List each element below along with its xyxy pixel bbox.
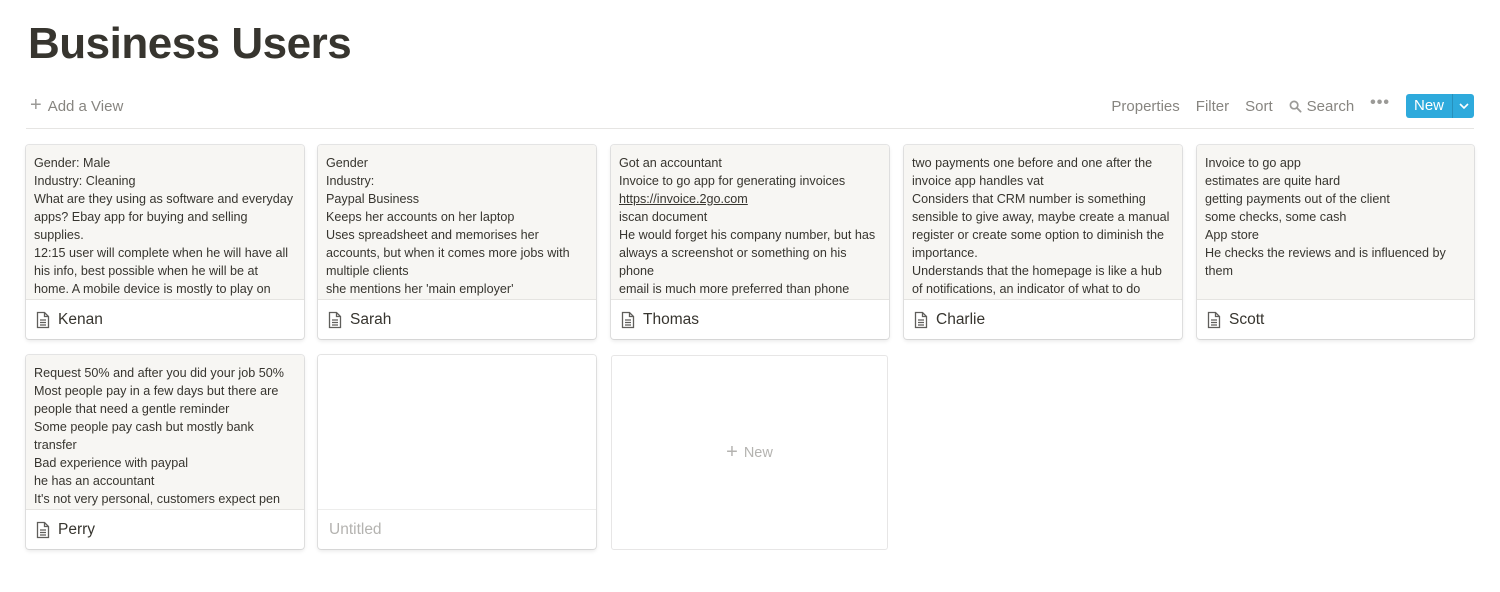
preview-line: Most people pay in a few days but there … bbox=[34, 384, 279, 416]
properties-button[interactable]: Properties bbox=[1111, 98, 1179, 115]
card-title-row: Perry bbox=[26, 510, 304, 549]
preview-line: Gender bbox=[326, 156, 369, 170]
card-preview: Gender: Male Industry: Cleaning What are… bbox=[26, 145, 304, 300]
plus-icon: + bbox=[30, 94, 42, 116]
card-title: Thomas bbox=[643, 310, 699, 328]
preview-line: two payments one before and one after th… bbox=[912, 156, 1153, 188]
preview-line: Industry: Cleaning bbox=[34, 174, 136, 188]
preview-line: Invoice to go app bbox=[1205, 156, 1301, 170]
card-title: Charlie bbox=[936, 310, 986, 328]
gallery-card[interactable]: Invoice to go app estimates are quite ha… bbox=[1197, 145, 1474, 339]
preview-line: Uses spreadsheet and memorises her accou… bbox=[326, 228, 570, 278]
preview-line: Considers that CRM number is something s… bbox=[912, 192, 1170, 260]
more-options-icon[interactable]: ••• bbox=[1370, 94, 1390, 112]
preview-line: iscan document bbox=[619, 210, 708, 224]
add-view-button[interactable]: + Add a View bbox=[26, 94, 124, 116]
card-title-row: Thomas bbox=[611, 300, 889, 339]
page-icon bbox=[914, 311, 928, 328]
card-preview: Invoice to go app estimates are quite ha… bbox=[1197, 145, 1474, 300]
preview-line: Industry: bbox=[326, 174, 375, 188]
card-title: Perry bbox=[58, 520, 96, 538]
card-title-row: Untitled bbox=[318, 510, 596, 549]
card-preview: Got an accountant Invoice to go app for … bbox=[611, 145, 889, 300]
new-button-group: New bbox=[1405, 94, 1474, 118]
card-title: Untitled bbox=[329, 520, 382, 538]
new-button[interactable]: New bbox=[1406, 94, 1452, 118]
gallery-card[interactable]: Gender Industry: Paypal Business Keeps h… bbox=[318, 145, 596, 339]
preview-line: Some people pay cash but mostly bank tra… bbox=[34, 420, 254, 452]
search-label: Search bbox=[1306, 97, 1355, 115]
preview-line: estimates are quite hard bbox=[1205, 174, 1341, 188]
page-icon bbox=[36, 521, 50, 538]
new-card-button[interactable]: + New bbox=[611, 355, 888, 550]
preview-line: email is much more preferred than phone bbox=[619, 282, 850, 296]
preview-line: getting payments out of the client bbox=[1205, 192, 1390, 206]
card-title: Scott bbox=[1229, 310, 1265, 328]
page-icon bbox=[621, 311, 635, 328]
preview-line: Request 50% and after you did your job 5… bbox=[34, 366, 284, 380]
chevron-down-icon[interactable] bbox=[1452, 94, 1474, 118]
preview-line: Keeps her accounts on her laptop bbox=[326, 210, 515, 224]
page-title: Business Users bbox=[28, 19, 352, 68]
preview-line: He checks the reviews and is influenced … bbox=[1205, 246, 1446, 278]
card-preview: two payments one before and one after th… bbox=[904, 145, 1182, 300]
preview-link[interactable]: https://invoice.2go.com bbox=[619, 190, 881, 208]
page-icon bbox=[1207, 311, 1221, 328]
preview-line: He would forget his company number, but … bbox=[619, 228, 876, 278]
add-view-label: Add a View bbox=[47, 97, 124, 115]
preview-line: App store bbox=[1205, 228, 1259, 242]
preview-line: It's not very personal, customers expect… bbox=[34, 492, 281, 506]
gallery-card[interactable]: Request 50% and after you did your job 5… bbox=[26, 355, 304, 549]
card-preview bbox=[318, 355, 596, 510]
card-title-row: Sarah bbox=[318, 300, 596, 339]
card-preview: Gender Industry: Paypal Business Keeps h… bbox=[318, 145, 596, 300]
card-title: Kenan bbox=[58, 310, 103, 328]
gallery-card[interactable]: two payments one before and one after th… bbox=[904, 145, 1182, 339]
preview-line: 12:15 user will complete when he will ha… bbox=[34, 246, 289, 296]
preview-line: Paypal Business bbox=[326, 192, 420, 206]
card-title-row: Scott bbox=[1197, 300, 1474, 339]
toolbar-divider bbox=[26, 128, 1474, 129]
preview-line: Bad experience with paypal bbox=[34, 456, 189, 470]
preview-line: she mentions her 'main employer' bbox=[326, 282, 514, 296]
gallery-card[interactable]: Gender: Male Industry: Cleaning What are… bbox=[26, 145, 304, 339]
plus-icon: + bbox=[726, 440, 738, 463]
preview-line: Got an accountant bbox=[619, 156, 722, 170]
gallery-card-empty[interactable]: Untitled bbox=[318, 355, 596, 549]
card-preview: Request 50% and after you did your job 5… bbox=[26, 355, 304, 510]
card-title-row: Kenan bbox=[26, 300, 304, 339]
page-icon bbox=[36, 311, 50, 328]
sort-button[interactable]: Sort bbox=[1245, 98, 1273, 115]
search-button[interactable]: Search bbox=[1289, 97, 1355, 115]
preview-line: he has an accountant bbox=[34, 474, 155, 488]
view-toolbar: + Add a View Properties Filter Sort Sear… bbox=[26, 92, 1474, 120]
filter-button[interactable]: Filter bbox=[1196, 98, 1229, 115]
search-icon bbox=[1289, 100, 1302, 113]
card-title-row: Charlie bbox=[904, 300, 1182, 339]
new-card-label: New bbox=[743, 444, 773, 461]
preview-line: Understands that the homepage is like a … bbox=[912, 264, 1162, 296]
card-title: Sarah bbox=[350, 310, 392, 328]
preview-line: Invoice to go app for generating invoice… bbox=[619, 174, 846, 188]
preview-line: some checks, some cash bbox=[1205, 210, 1347, 224]
page-icon bbox=[328, 311, 342, 328]
gallery-card[interactable]: Got an accountant Invoice to go app for … bbox=[611, 145, 889, 339]
preview-line: Gender: Male bbox=[34, 156, 111, 170]
preview-line: What are they using as software and ever… bbox=[34, 192, 294, 242]
